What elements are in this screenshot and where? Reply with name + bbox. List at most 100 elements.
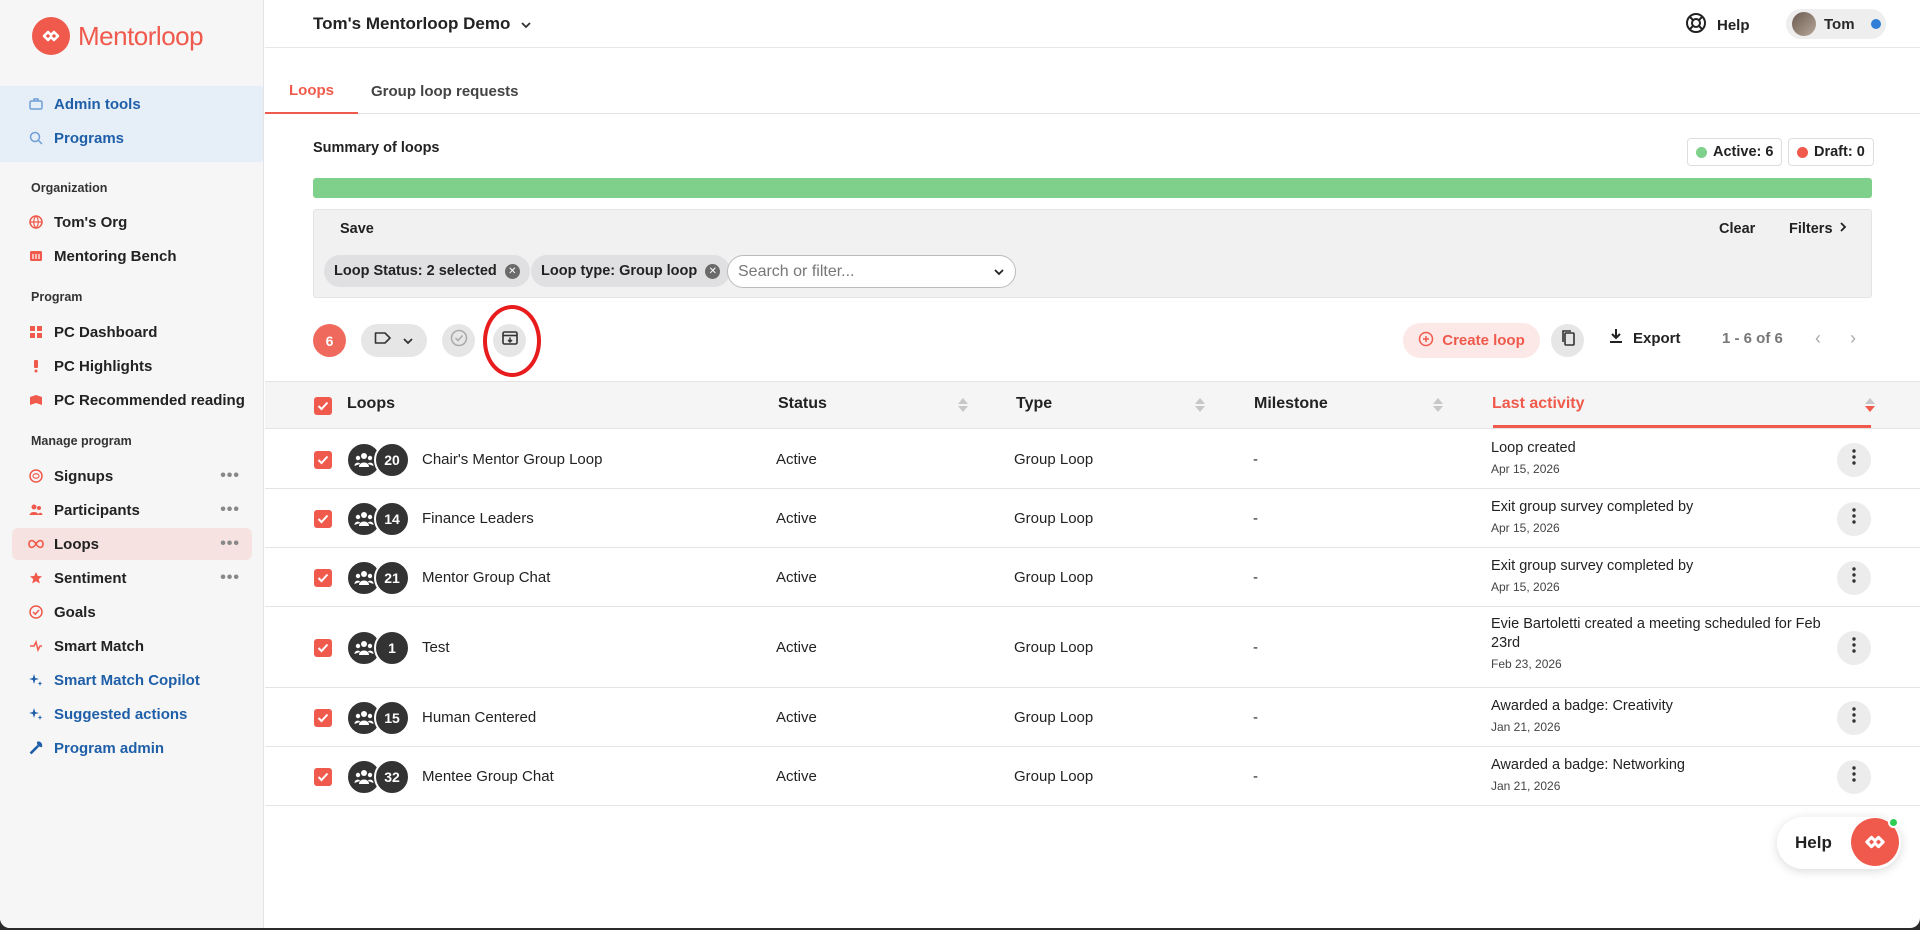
loop-name[interactable]: Finance Leaders bbox=[422, 510, 534, 527]
row-checkbox[interactable] bbox=[314, 708, 332, 727]
tab-loops[interactable]: Loops bbox=[265, 68, 358, 114]
export-button[interactable]: Export bbox=[1609, 328, 1681, 348]
mark-complete-button[interactable] bbox=[442, 324, 475, 357]
select-all-checkbox[interactable] bbox=[314, 397, 332, 415]
kebab-menu-icon bbox=[1852, 637, 1856, 658]
sort-desc-icon[interactable] bbox=[1865, 396, 1875, 414]
row-actions-button[interactable] bbox=[1837, 501, 1871, 536]
sidebar-item-mentoring-bench[interactable]: Mentoring Bench bbox=[12, 240, 252, 272]
download-icon bbox=[1609, 328, 1623, 348]
sidebar-item-programs[interactable]: Programs bbox=[12, 122, 252, 154]
loop-status: Active bbox=[776, 708, 817, 726]
sidebar-item-label: Admin tools bbox=[54, 95, 141, 113]
row-actions-button[interactable] bbox=[1837, 442, 1871, 477]
chevron-right-icon[interactable]: › bbox=[1850, 328, 1856, 349]
user-menu[interactable]: Tom bbox=[1786, 9, 1886, 39]
row-checkbox[interactable] bbox=[314, 509, 332, 528]
sort-icon[interactable] bbox=[1195, 396, 1205, 414]
row-checkbox[interactable] bbox=[314, 568, 332, 587]
more-options-icon[interactable]: ••• bbox=[220, 467, 240, 485]
org-switcher[interactable]: Tom's Mentorloop Demo bbox=[313, 14, 532, 34]
sidebar-item-sentiment[interactable]: Sentiment ••• bbox=[12, 562, 252, 594]
more-options-icon[interactable]: ••• bbox=[220, 501, 240, 519]
row-actions-button[interactable] bbox=[1837, 560, 1871, 595]
sidebar-item-participants[interactable]: Participants ••• bbox=[12, 494, 252, 526]
row-checkbox[interactable] bbox=[314, 638, 332, 657]
sidebar-item-smart-match[interactable]: Smart Match bbox=[12, 630, 252, 662]
chevron-right-icon bbox=[1839, 221, 1847, 237]
row-actions-button[interactable] bbox=[1837, 700, 1871, 735]
filter-chip-loop-status[interactable]: Loop Status: 2 selected ✕ bbox=[324, 255, 530, 287]
loop-name[interactable]: Mentee Group Chat bbox=[422, 768, 554, 785]
loop-type: Group Loop bbox=[1014, 767, 1094, 785]
globe-icon bbox=[28, 214, 44, 230]
copy-button[interactable] bbox=[1551, 324, 1584, 357]
sidebar-item-label: Loops bbox=[54, 535, 99, 553]
column-header-type[interactable]: Type bbox=[1016, 395, 1052, 413]
sidebar-item-signups[interactable]: Signups ••• bbox=[12, 460, 252, 492]
loop-name[interactable]: Human Centered bbox=[422, 709, 536, 726]
column-header-status[interactable]: Status bbox=[778, 395, 827, 413]
sidebar-item-smart-match-copilot[interactable]: Smart Match Copilot bbox=[12, 664, 252, 696]
active-progress-fill bbox=[313, 178, 1872, 198]
help-widget[interactable]: Help bbox=[1777, 817, 1901, 869]
chevron-left-icon[interactable]: ‹ bbox=[1815, 328, 1821, 349]
brand-name: Mentorloop bbox=[78, 20, 204, 51]
sidebar-item-toms-org[interactable]: Tom's Org bbox=[12, 206, 252, 238]
loop-name[interactable]: Mentor Group Chat bbox=[422, 569, 550, 586]
save-filter-button[interactable]: Save bbox=[340, 221, 374, 237]
loop-milestone: - bbox=[1253, 638, 1258, 656]
tag-dropdown-button[interactable] bbox=[361, 324, 427, 357]
star-icon bbox=[28, 570, 44, 586]
active-dot bbox=[1696, 146, 1707, 158]
sidebar-item-suggested-actions[interactable]: Suggested actions bbox=[12, 698, 252, 730]
tabs-bar: Loops Group loop requests bbox=[265, 68, 1920, 114]
create-loop-button[interactable]: Create loop bbox=[1403, 323, 1540, 358]
sidebar-item-admin-tools[interactable]: Admin tools bbox=[12, 88, 252, 120]
sidebar-item-goals[interactable]: Goals bbox=[12, 596, 252, 628]
column-header-milestone[interactable]: Milestone bbox=[1254, 395, 1328, 413]
table-row[interactable]: 21 Mentor Group Chat Active Group Loop -… bbox=[265, 548, 1920, 607]
tab-group-loop-requests[interactable]: Group loop requests bbox=[371, 68, 519, 114]
row-actions-button[interactable] bbox=[1837, 630, 1871, 665]
row-checkbox[interactable] bbox=[314, 450, 332, 469]
sort-icon[interactable] bbox=[958, 396, 968, 414]
sidebar-item-program-admin[interactable]: Program admin bbox=[12, 732, 252, 764]
filters-button[interactable]: Filters bbox=[1789, 221, 1847, 237]
sidebar-item-loops[interactable]: Loops ••• bbox=[12, 528, 252, 560]
sidebar-item-pc-dashboard[interactable]: PC Dashboard bbox=[12, 316, 252, 348]
row-checkbox[interactable] bbox=[314, 767, 332, 786]
sort-icon[interactable] bbox=[1433, 396, 1443, 414]
column-header-loops[interactable]: Loops bbox=[347, 395, 395, 413]
filter-chip-loop-type[interactable]: Loop type: Group loop ✕ bbox=[531, 255, 731, 287]
table-row[interactable]: 20 Chair's Mentor Group Loop Active Grou… bbox=[265, 430, 1920, 489]
sidebar-item-label: Mentoring Bench bbox=[54, 247, 177, 265]
table-row[interactable]: 1 Test Active Group Loop - Evie Bartolet… bbox=[265, 607, 1920, 688]
loop-milestone: - bbox=[1253, 568, 1258, 586]
kebab-menu-icon bbox=[1852, 707, 1856, 728]
clear-filters-button[interactable]: Clear bbox=[1719, 221, 1755, 237]
row-actions-button[interactable] bbox=[1837, 759, 1871, 794]
search-filter-input[interactable]: Search or filter... bbox=[727, 255, 1016, 288]
table-row[interactable]: 32 Mentee Group Chat Active Group Loop -… bbox=[265, 747, 1920, 806]
sidebar-item-pc-highlights[interactable]: PC Highlights bbox=[12, 350, 252, 382]
create-loop-label: Create loop bbox=[1442, 332, 1525, 349]
loop-name[interactable]: Chair's Mentor Group Loop bbox=[422, 451, 602, 468]
help-widget-label: Help bbox=[1795, 833, 1832, 852]
column-header-last-activity[interactable]: Last activity bbox=[1492, 395, 1584, 413]
table-row[interactable]: 15 Human Centered Active Group Loop - Aw… bbox=[265, 688, 1920, 747]
loop-name[interactable]: Test bbox=[422, 639, 450, 656]
more-options-icon[interactable]: ••• bbox=[220, 535, 240, 553]
table-row[interactable]: 14 Finance Leaders Active Group Loop - E… bbox=[265, 489, 1920, 548]
sidebar-item-pc-recommended-reading[interactable]: PC Recommended reading bbox=[12, 384, 252, 416]
tag-icon bbox=[374, 331, 392, 350]
help-button[interactable]: Help bbox=[1685, 12, 1750, 38]
active-sort-underline bbox=[1493, 425, 1871, 428]
mentorloop-logo[interactable]: Mentorloop bbox=[32, 17, 204, 55]
smart-match-icon bbox=[28, 638, 44, 654]
dashboard-icon bbox=[28, 324, 44, 340]
plus-circle-icon bbox=[1418, 331, 1434, 351]
remove-chip-icon[interactable]: ✕ bbox=[705, 263, 721, 279]
more-options-icon[interactable]: ••• bbox=[220, 569, 240, 587]
remove-chip-icon[interactable]: ✕ bbox=[504, 263, 520, 279]
